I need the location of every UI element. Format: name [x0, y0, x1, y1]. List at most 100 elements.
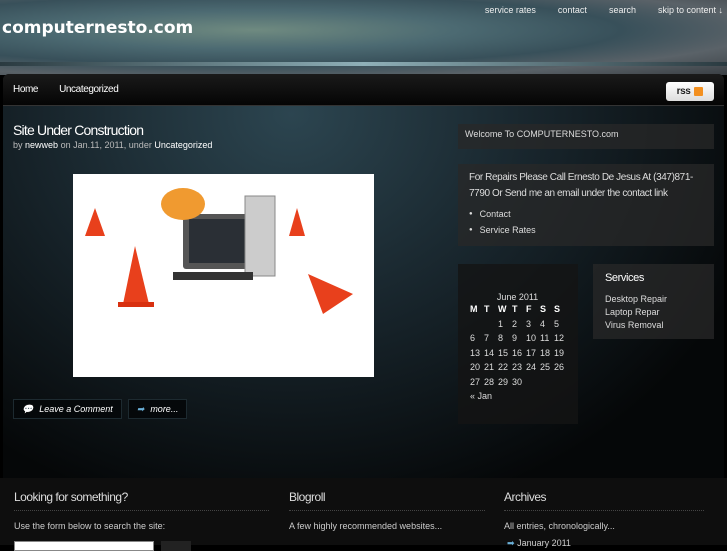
- more-button[interactable]: ➡ more...: [127, 399, 188, 419]
- service-laptop-repair[interactable]: Laptop Repar: [605, 306, 702, 319]
- calendar-day: 3: [526, 318, 532, 329]
- rss-label: rss: [676, 86, 691, 97]
- footer-search-title: Looking for something?: [14, 490, 269, 511]
- calendar-prev-link[interactable]: « Jan: [470, 391, 578, 401]
- calendar-weekday: S: [554, 304, 561, 315]
- calendar-day: 16: [512, 347, 523, 358]
- calendar-day: [554, 375, 568, 390]
- calendar-day: 28: [484, 376, 495, 387]
- post-category[interactable]: Uncategorized: [154, 140, 212, 150]
- topnav-search[interactable]: search: [609, 5, 636, 15]
- calendar-weekday: S: [540, 304, 547, 315]
- calendar-day: [526, 375, 540, 390]
- archive-item[interactable]: ➡ January 2011: [507, 538, 571, 549]
- calendar-caption: June 2011: [496, 292, 539, 302]
- calendar-day: 9: [512, 333, 518, 344]
- rss-button[interactable]: rss: [666, 82, 714, 101]
- nav-bar: Home Uncategorized rss: [3, 74, 724, 106]
- footer-search-text: Use the form below to search the site:: [14, 521, 166, 531]
- calendar-day: 1: [498, 318, 504, 329]
- calendar-day: 5: [554, 318, 560, 329]
- leave-comment-button[interactable]: 💬 Leave a Comment: [13, 399, 122, 419]
- post-author[interactable]: newweb: [25, 140, 58, 150]
- calendar-day: 12: [554, 333, 565, 344]
- nav-home[interactable]: Home: [13, 84, 38, 95]
- calendar-day: [484, 317, 498, 332]
- calendar-day: 18: [540, 347, 551, 358]
- footer-blogroll-text: A few highly recommended websites...: [289, 521, 443, 531]
- calendar-day: 2: [512, 318, 518, 329]
- more-label: more...: [150, 404, 179, 414]
- calendar-weekday: T: [484, 304, 490, 315]
- construction-image: [73, 174, 374, 377]
- site-title[interactable]: computernesto.com: [2, 18, 193, 38]
- service-desktop-repair[interactable]: Desktop Repair: [605, 293, 702, 306]
- calendar-weekday: W: [498, 304, 507, 315]
- meta-by: by: [13, 140, 23, 150]
- topnav-skip-to-content[interactable]: skip to content ↓: [658, 5, 723, 15]
- comment-icon: 💬: [22, 403, 34, 414]
- calendar-day: [470, 317, 484, 332]
- calendar-week: 6 7 8 9 10 11 12: [470, 331, 568, 346]
- welcome-widget: Welcome To COMPUTERNESTO.com: [458, 124, 714, 149]
- calendar-day: 4: [540, 318, 546, 329]
- calendar-day: 27: [470, 376, 481, 387]
- link-contact[interactable]: Contact: [469, 206, 703, 222]
- footer: Looking for something? Use the form belo…: [0, 478, 727, 551]
- topnav-contact[interactable]: contact: [558, 5, 587, 15]
- rss-icon: [694, 87, 704, 96]
- calendar-day: 17: [526, 347, 537, 358]
- footer-blogroll: Blogroll A few highly recommended websit…: [289, 490, 485, 531]
- repairs-widget: For Repairs Please Call Ernesto De Jesus…: [458, 164, 714, 246]
- calendar-day: 26: [554, 362, 565, 373]
- footer-search: Looking for something? Use the form belo…: [14, 490, 269, 531]
- archive-january-2011[interactable]: January 2011: [517, 538, 571, 548]
- services-title: Services: [605, 272, 644, 284]
- nav-uncategorized[interactable]: Uncategorized: [59, 84, 119, 95]
- calendar-day: 29: [498, 376, 509, 387]
- calendar-weekday: F: [526, 304, 532, 315]
- link-service-rates[interactable]: Service Rates: [469, 222, 703, 238]
- footer-blogroll-title: Blogroll: [289, 490, 485, 511]
- calendar-week: 20 21 22 23 24 25 26: [470, 360, 568, 375]
- repairs-text: For Repairs Please Call Ernesto De Jesus…: [469, 172, 693, 199]
- calendar-day: 13: [470, 347, 481, 358]
- calendar-day: 25: [540, 362, 551, 373]
- footer-archives: Archives All entries, chronologically...: [504, 490, 704, 531]
- calendar-day: 7: [484, 333, 490, 344]
- calendar-day: 19: [554, 347, 565, 358]
- calendar-day: 22: [498, 362, 509, 373]
- service-virus-removal[interactable]: Virus Removal: [605, 319, 702, 332]
- calendar-day: 20: [470, 362, 481, 373]
- search-input[interactable]: [14, 541, 154, 551]
- meta-date: on Jan.11, 2011, under: [60, 140, 152, 150]
- calendar-weekday: T: [512, 304, 518, 315]
- footer-archives-title: Archives: [504, 490, 704, 511]
- calendar-day: 24: [526, 362, 537, 373]
- search-button[interactable]: [161, 541, 191, 551]
- calendar-day: [540, 375, 554, 390]
- top-nav: service rates contact search skip to con…: [485, 5, 723, 15]
- calendar-day: 21: [484, 362, 495, 373]
- calendar-day: 10: [526, 333, 537, 344]
- calendar-day: 14: [484, 347, 495, 358]
- calendar-day: 6: [470, 333, 476, 344]
- leave-comment-label: Leave a Comment: [39, 404, 113, 414]
- post-actions: 💬 Leave a Comment ➡ more...: [13, 399, 188, 419]
- calendar-day: 11: [540, 333, 550, 344]
- calendar-table: MTWTFSS 1 2 3 4 5 6 7 8 9 10 11 12 13 14 15 16 17 18 19 20 2…: [470, 302, 568, 389]
- footer-archives-text: All entries, chronologically...: [504, 521, 615, 531]
- post-title[interactable]: Site Under Construction: [13, 122, 144, 138]
- calendar-week: 27 28 29 30: [470, 375, 568, 390]
- calendar-day: 30: [512, 376, 523, 387]
- post-meta: by newweb on Jan.11, 2011, under Uncateg…: [13, 140, 212, 150]
- arrow-right-icon: ➡: [507, 538, 515, 548]
- topnav-service-rates[interactable]: service rates: [485, 5, 536, 15]
- calendar-widget: June 2011 MTWTFSS 1 2 3 4 5 6 7 8 9 10 11 12 13 14 15 1…: [458, 264, 578, 424]
- calendar-day: 8: [498, 333, 504, 344]
- header: computernesto.com service rates contact …: [0, 0, 727, 75]
- calendar-day: 15: [498, 347, 509, 358]
- calendar-week: 13 14 15 16 17 18 19: [470, 346, 568, 361]
- services-widget: Services Desktop Repair Laptop Repar Vir…: [593, 264, 714, 339]
- main-panel: Home Uncategorized rss Site Under Constr…: [3, 74, 724, 478]
